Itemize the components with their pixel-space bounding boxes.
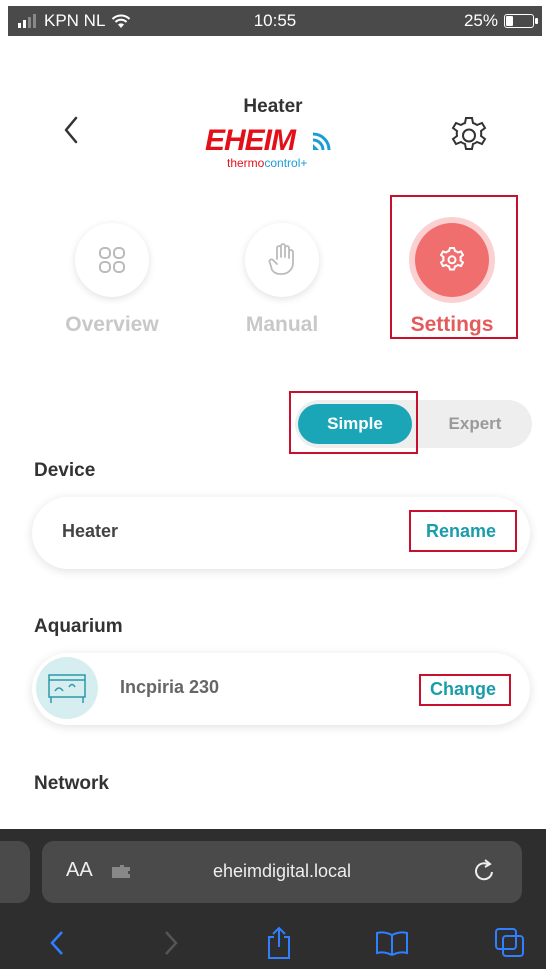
aquarium-thumbnail <box>36 657 98 719</box>
browser-bar: AA eheimdigital.local <box>0 829 546 969</box>
browser-forward-button[interactable] <box>150 923 190 963</box>
battery-percent: 25% <box>463 11 498 30</box>
logo-sub-left: thermo <box>227 156 265 170</box>
book-icon <box>376 931 408 957</box>
browser-toolbar <box>0 919 546 969</box>
url-text: eheimdigital.local <box>212 861 352 881</box>
status-bar: KPN NL 10:55 25% <box>8 6 542 36</box>
browser-back-button[interactable] <box>38 923 78 963</box>
previous-tab-preview[interactable] <box>0 841 30 903</box>
change-highlight-box <box>419 674 511 706</box>
logo-subtitle: thermocontrol+ <box>227 156 307 170</box>
aquarium-name: Incpiria 230 <box>120 677 220 697</box>
aquarium-icon <box>48 674 86 703</box>
chevron-left-icon <box>50 931 63 955</box>
hand-icon <box>268 243 294 275</box>
device-section-label: Device <box>34 460 96 481</box>
share-button[interactable] <box>259 923 299 963</box>
expert-mode-button[interactable]: Expert <box>420 404 530 444</box>
eheim-logo: EHEIM thermocontrol+ <box>205 124 345 174</box>
tab-overview-label: Overview <box>65 313 159 336</box>
aquarium-section-label: Aquarium <box>34 616 123 637</box>
tab-manual[interactable]: Manual <box>207 215 357 337</box>
tab-overview[interactable]: Overview <box>37 215 187 337</box>
tabs-icon <box>495 928 524 957</box>
tab-overview-circle <box>75 223 149 297</box>
battery-info: 25% <box>463 11 538 31</box>
clock: 10:55 <box>253 11 297 30</box>
grid-icon <box>99 247 125 273</box>
reload-icon[interactable] <box>472 857 498 885</box>
chevron-right-icon <box>165 931 178 955</box>
rename-highlight-box <box>409 510 517 552</box>
device-settings-button[interactable] <box>445 112 493 160</box>
url-bar[interactable]: AA eheimdigital.local <box>42 841 522 903</box>
tabs-button[interactable] <box>490 923 530 963</box>
simple-highlight-box <box>289 391 418 454</box>
share-icon <box>268 926 290 959</box>
battery-icon <box>504 14 538 28</box>
network-section-label: Network <box>34 773 109 794</box>
logo-brand: EHEIM <box>205 124 296 157</box>
device-name: Heater <box>62 521 119 541</box>
gear-icon <box>451 117 487 150</box>
tab-manual-circle <box>245 223 319 297</box>
wifi-logo-icon <box>312 132 331 151</box>
bookmarks-button[interactable] <box>372 923 412 963</box>
settings-highlight-box <box>390 195 518 339</box>
logo-sub-right: control+ <box>264 156 308 170</box>
tab-manual-label: Manual <box>245 313 319 336</box>
